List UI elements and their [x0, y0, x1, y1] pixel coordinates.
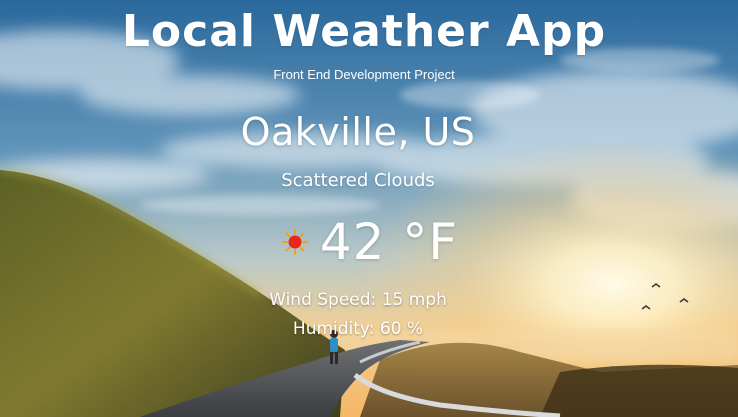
wind-speed: Wind Speed: 15 mph: [269, 290, 447, 310]
humidity: Humidity: 60 %: [292, 319, 424, 339]
location-label: Oakville, US: [240, 110, 476, 154]
temperature-value: 42 °F: [319, 213, 459, 271]
app-title: Local Weather App: [121, 6, 607, 57]
app-subtitle: Front End Development Project: [273, 67, 455, 82]
weather-card: Local Weather App Front End Development …: [0, 0, 738, 417]
weather-condition: Scattered Clouds: [281, 170, 435, 191]
temperature-row: 42 °F: [0, 210, 738, 274]
sun-icon: [281, 229, 308, 255]
